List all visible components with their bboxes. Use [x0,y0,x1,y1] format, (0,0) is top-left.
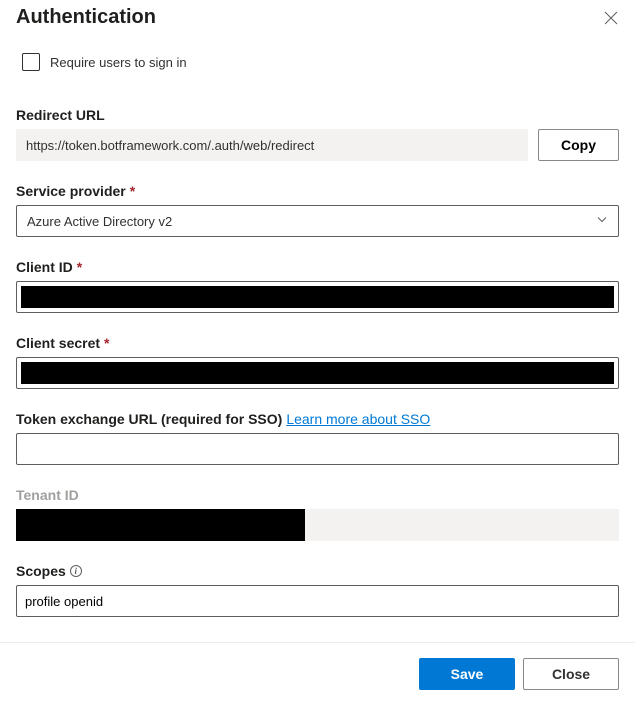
scopes-field: Scopes i [16,563,619,617]
authentication-panel: Authentication Require users to sign in … [0,0,635,642]
client-secret-input[interactable] [16,357,619,389]
require-signin-row: Require users to sign in [22,53,619,71]
scopes-label: Scopes i [16,563,619,579]
tenant-id-field: Tenant ID [16,487,619,541]
redacted-value [21,362,614,384]
service-provider-label: Service provider * [16,183,619,199]
client-id-field: Client ID * [16,259,619,313]
client-secret-label: Client secret * [16,335,619,351]
redacted-value [21,286,614,308]
client-secret-field: Client secret * [16,335,619,389]
save-button[interactable]: Save [419,658,515,690]
chevron-down-icon [596,214,608,229]
client-id-label: Client ID * [16,259,619,275]
redacted-value [16,509,305,541]
copy-button[interactable]: Copy [538,129,619,161]
tenant-id-label: Tenant ID [16,487,619,503]
required-asterisk: * [130,183,135,199]
tenant-id-display [16,509,619,541]
service-provider-select[interactable]: Azure Active Directory v2 [16,205,619,237]
token-exchange-label: Token exchange URL (required for SSO) Le… [16,411,619,427]
client-id-input[interactable] [16,281,619,313]
token-exchange-input[interactable] [16,433,619,465]
token-exchange-field: Token exchange URL (required for SSO) Le… [16,411,619,465]
redirect-url-label: Redirect URL [16,107,619,123]
close-button[interactable]: Close [523,658,619,690]
panel-header: Authentication [16,6,619,29]
required-asterisk: * [77,259,82,275]
close-icon[interactable] [603,10,619,26]
service-provider-field: Service provider * Azure Active Director… [16,183,619,237]
require-signin-label: Require users to sign in [50,55,187,70]
redirect-url-input[interactable] [16,129,528,161]
require-signin-checkbox[interactable] [22,53,40,71]
scopes-input[interactable] [16,585,619,617]
page-title: Authentication [16,6,156,29]
redirect-url-field: Redirect URL Copy [16,107,619,161]
required-asterisk: * [104,335,109,351]
service-provider-value: Azure Active Directory v2 [27,214,172,229]
learn-more-sso-link[interactable]: Learn more about SSO [286,411,430,427]
panel-footer: Save Close [0,642,635,704]
info-icon[interactable]: i [70,565,82,577]
